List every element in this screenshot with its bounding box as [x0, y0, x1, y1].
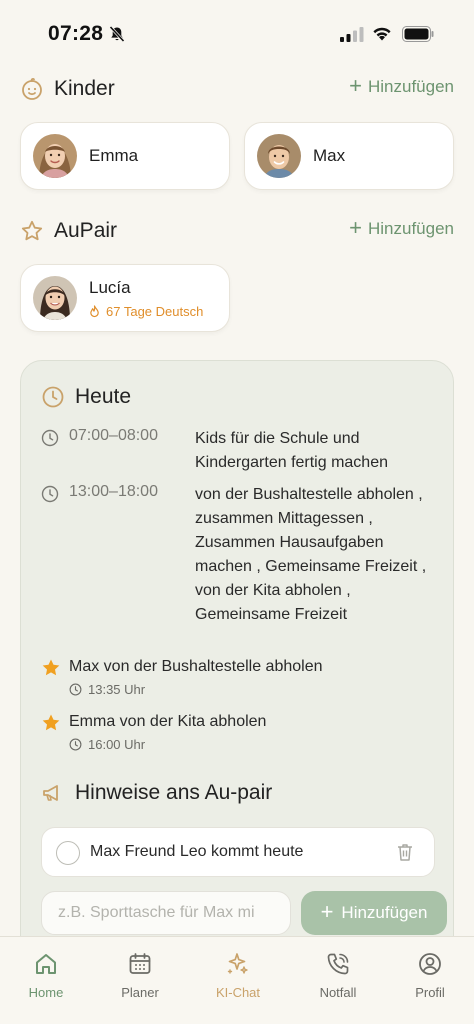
star-icon	[42, 714, 60, 731]
aupair-name: Lucía	[89, 277, 131, 297]
aupair-info: Lucía 67 Tage Deutsch	[89, 278, 203, 319]
status-time: 07:28	[48, 22, 104, 45]
avatar	[257, 134, 301, 178]
trash-icon[interactable]	[396, 842, 414, 862]
clock-icon	[41, 429, 59, 447]
nav-profil[interactable]: Profil	[390, 951, 470, 1000]
today-panel: Heute 07:00–08:00 Kids für die Schule un…	[20, 360, 454, 960]
aupair-section-header: AuPair + Hinzufügen	[20, 216, 456, 246]
calendar-icon	[129, 953, 151, 974]
task-title: Max von der Bushaltestelle abholen	[69, 658, 323, 675]
task-time: 13:35 Uhr	[69, 682, 145, 697]
task-time-text: 13:35 Uhr	[88, 682, 146, 697]
sparkle-icon	[227, 953, 248, 974]
avatar	[33, 276, 77, 320]
bottom-nav: Home Planer KI-Chat Notfall Profil	[0, 936, 474, 1024]
nav-label: Profil	[415, 985, 445, 1000]
nav-label: Home	[28, 985, 64, 1000]
nav-planer[interactable]: Planer	[100, 951, 180, 1000]
task-row[interactable]: Emma von der Kita abholen 16:00 Uhr	[41, 713, 441, 757]
child-name: Emma	[89, 146, 139, 165]
plus-icon: +	[349, 215, 362, 240]
wifi-icon	[373, 27, 391, 41]
aupair-streak: 67 Tage Deutsch	[89, 304, 203, 319]
add-note-label: Hinzufügen	[341, 903, 428, 922]
nav-notfall[interactable]: Notfall	[298, 951, 378, 1000]
status-bar: 07:28	[0, 0, 474, 70]
schedule-text: von der Bushaltestelle abholen , zusamme…	[195, 486, 427, 623]
plus-icon: +	[320, 899, 334, 924]
nav-label: Notfall	[319, 985, 357, 1000]
note-checkbox[interactable]	[56, 841, 80, 865]
child-face-icon	[20, 77, 44, 101]
clock-icon	[69, 738, 82, 751]
battery-icon	[402, 26, 434, 42]
signal-icon	[340, 27, 364, 42]
bell-off-icon	[109, 25, 125, 43]
note-input[interactable]	[41, 891, 291, 935]
schedule-time: 07:00–08:00	[69, 427, 158, 444]
child-card-emma[interactable]: Emma	[20, 122, 230, 190]
star-icon	[42, 659, 60, 676]
schedule-row: von der Bushaltestelle abholen , zusamme…	[41, 483, 441, 653]
avatar	[33, 134, 77, 178]
add-aupair-label: Hinzufügen	[367, 219, 454, 238]
add-note-button[interactable]: + Hinzufügen	[301, 891, 447, 935]
phone-icon	[327, 953, 349, 975]
note-text: Max Freund Leo kommt heute	[90, 843, 304, 860]
add-aupair-button[interactable]: + Hinzufügen	[349, 215, 454, 240]
notes-header: Hinweise ans Au-pair	[41, 781, 272, 805]
home-icon	[36, 954, 56, 974]
schedule-text: Kids für die Schule und Kindergarten fer…	[195, 430, 388, 471]
schedule-time: 13:00–18:00	[69, 483, 158, 500]
megaphone-icon	[43, 785, 58, 801]
task-row[interactable]: Max von der Bushaltestelle abholen 13:35…	[41, 658, 441, 702]
note-item: Max Freund Leo kommt heute	[41, 827, 435, 877]
task-time-text: 16:00 Uhr	[88, 737, 146, 752]
user-circle-icon	[419, 953, 441, 975]
today-header: Heute	[41, 385, 131, 409]
nav-ki-chat[interactable]: KI-Chat	[198, 951, 278, 1000]
clock-icon	[69, 683, 82, 696]
nav-home[interactable]: Home	[6, 951, 86, 1000]
nav-label: Planer	[121, 985, 159, 1000]
aupair-card-lucia[interactable]: Lucía 67 Tage Deutsch	[20, 264, 230, 332]
flame-icon	[90, 304, 99, 317]
kinder-title: Kinder	[54, 77, 115, 100]
notes-title: Hinweise ans Au-pair	[75, 781, 273, 804]
add-child-label: Hinzufügen	[367, 77, 454, 96]
screen: 07:28 Kinder + Hinzufügen Emma Max AuPai…	[0, 0, 474, 1024]
clock-icon	[41, 485, 59, 503]
add-child-button[interactable]: + Hinzufügen	[349, 73, 454, 98]
kinder-section-header: Kinder + Hinzufügen	[20, 74, 456, 104]
schedule-row: 07:00–08:00 Kids für die Schule und Kind…	[41, 427, 441, 477]
child-name: Max	[313, 146, 346, 165]
task-title: Emma von der Kita abholen	[69, 713, 267, 730]
nav-label: KI-Chat	[215, 985, 261, 1000]
aupair-streak-text: 67 Tage Deutsch	[106, 303, 204, 319]
aupair-title: AuPair	[54, 219, 118, 242]
star-outline-icon	[20, 219, 44, 243]
task-time: 16:00 Uhr	[69, 737, 145, 752]
plus-icon: +	[349, 73, 362, 98]
child-card-max[interactable]: Max	[244, 122, 454, 190]
today-title: Heute	[75, 385, 132, 408]
clock-icon	[42, 386, 64, 408]
